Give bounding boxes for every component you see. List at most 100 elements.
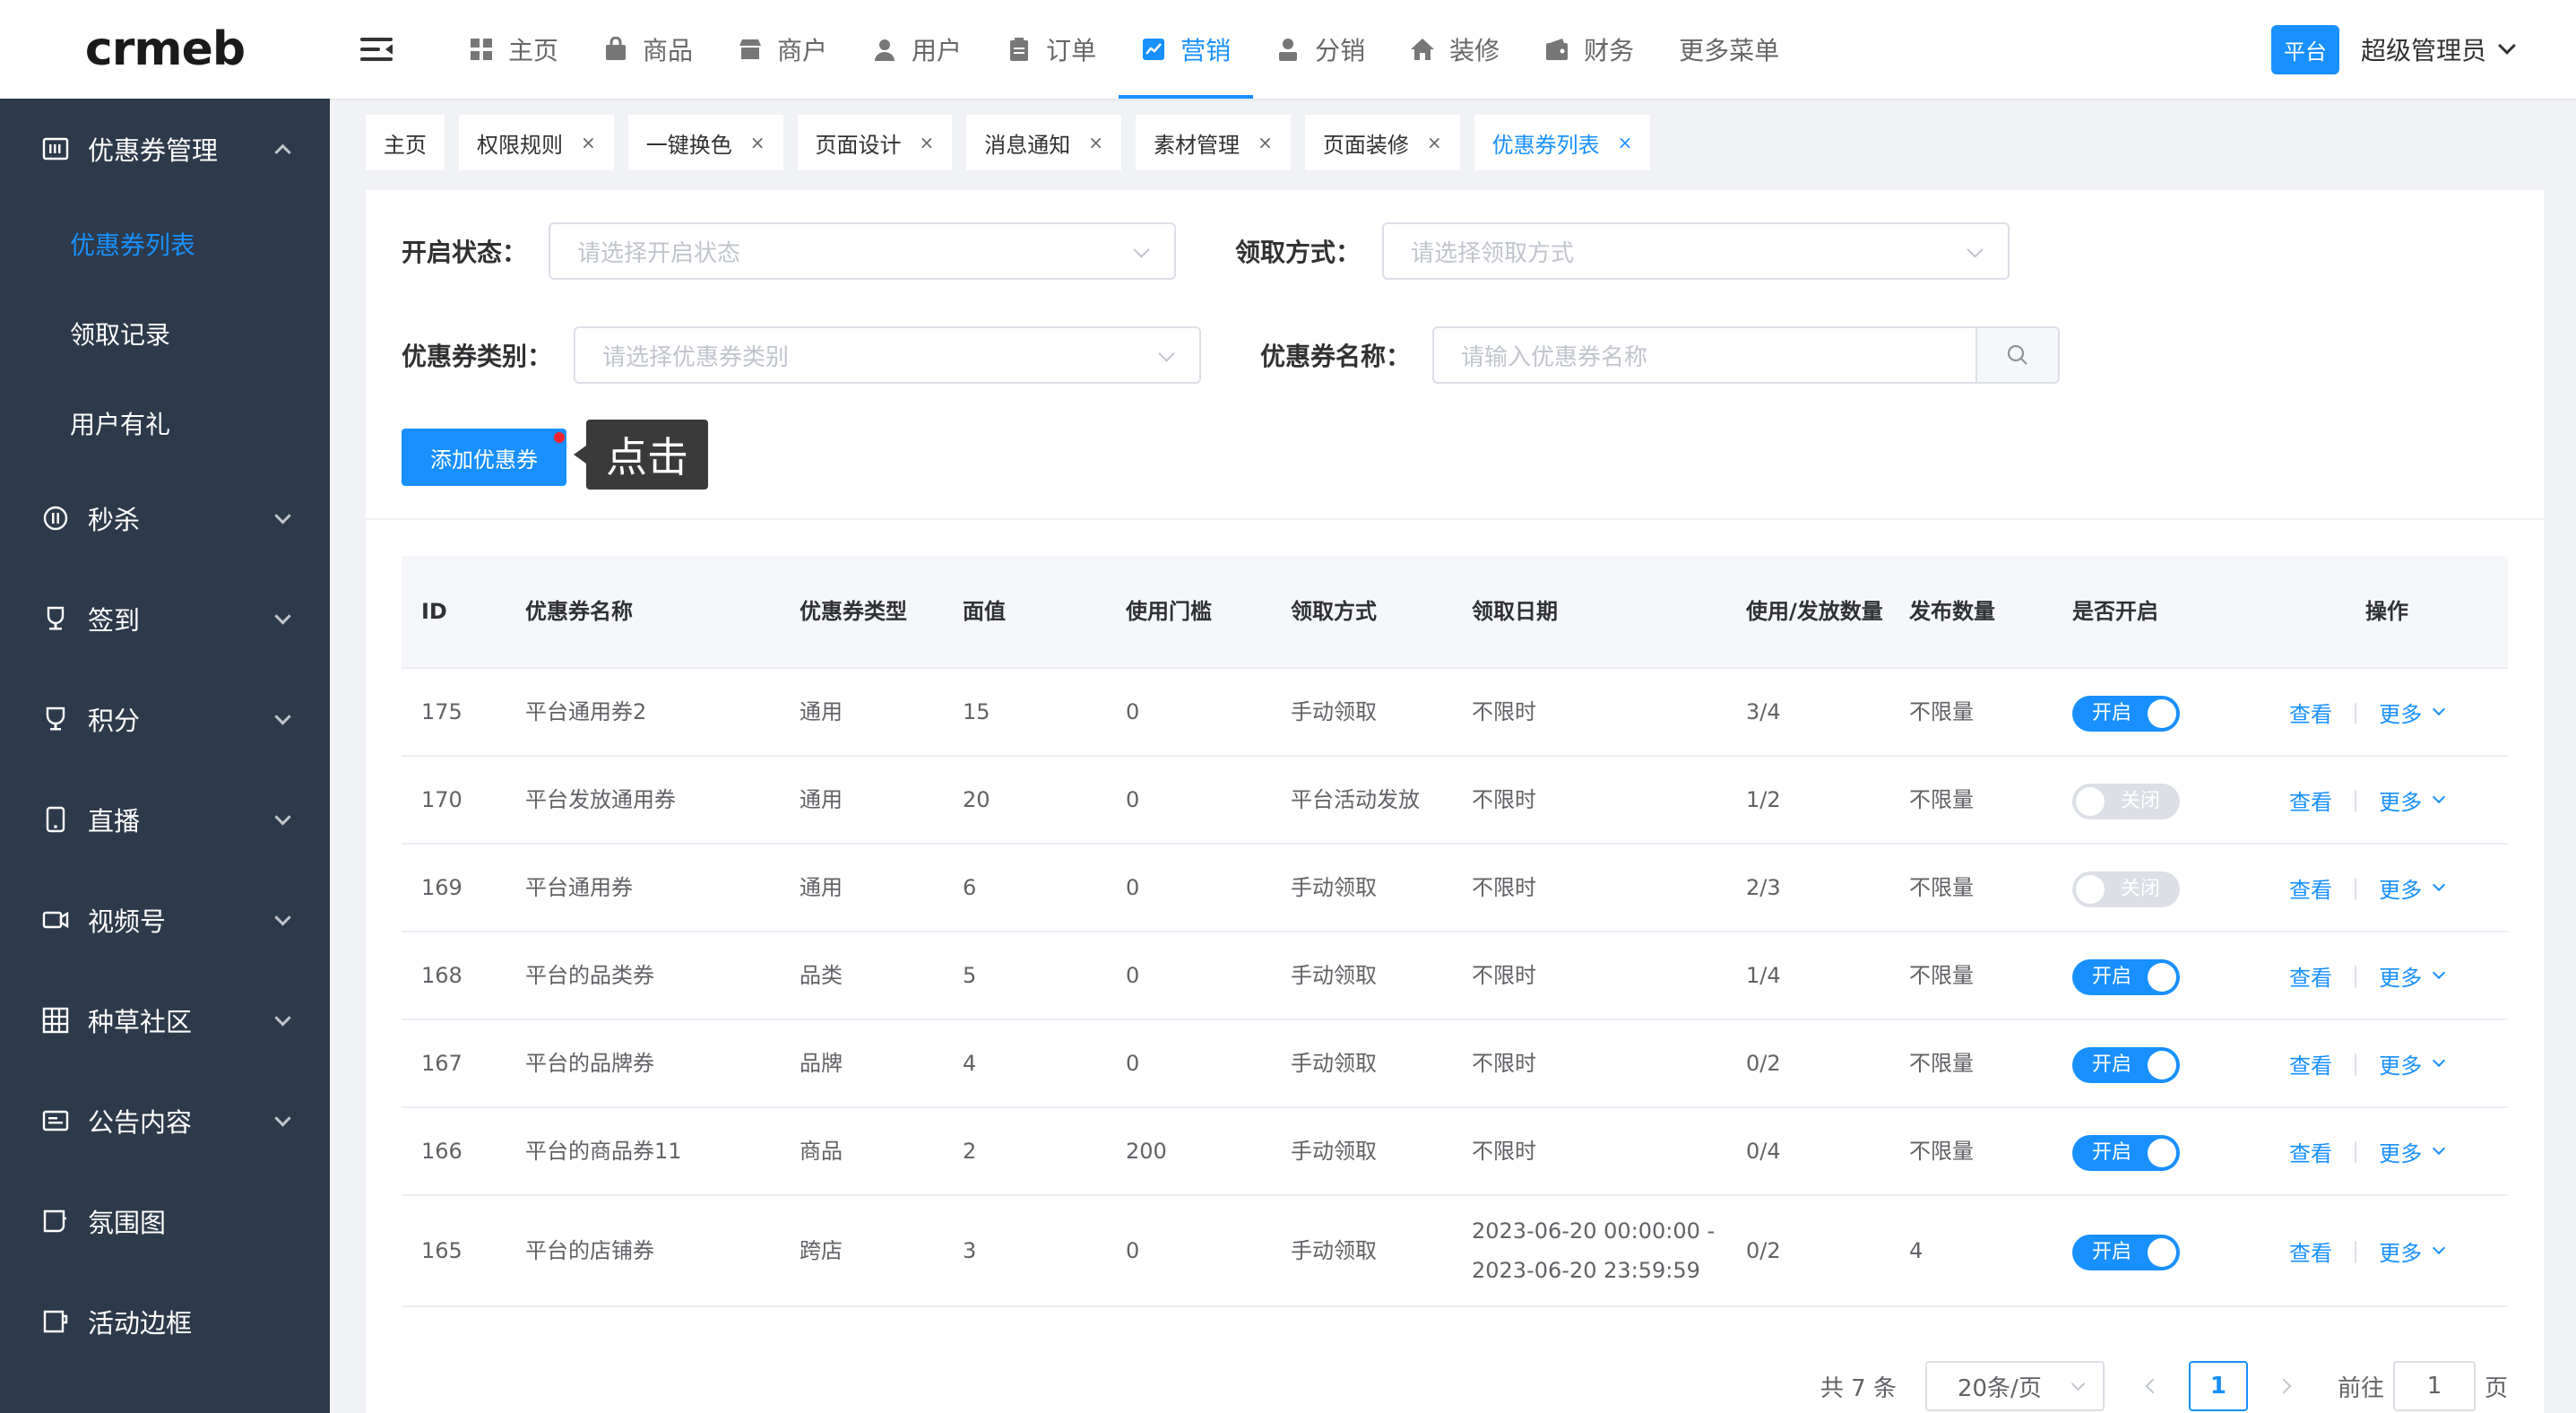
cell-date: 不限时 — [1472, 699, 1536, 724]
prev-page-button[interactable] — [2142, 1368, 2164, 1404]
status-switch[interactable]: 关闭 — [2072, 871, 2180, 907]
cell-way: 手动领取 — [1291, 1238, 1377, 1263]
next-page-button[interactable] — [2273, 1368, 2295, 1404]
close-icon[interactable]: × — [1427, 132, 1442, 153]
sidebar-group-seckill[interactable]: 秒杀 — [0, 468, 330, 568]
view-link[interactable]: 查看 — [2289, 1136, 2332, 1167]
coupon-name-input[interactable]: 请输入优惠券名称 — [1432, 326, 1978, 384]
tag-home[interactable]: 主页 — [366, 115, 445, 170]
close-icon[interactable]: × — [1258, 132, 1273, 153]
sidebar-group-notice[interactable]: 公告内容 — [0, 1071, 330, 1171]
tag-theme[interactable]: 一键换色 × — [627, 115, 783, 170]
switch-label: 开启 — [2092, 1053, 2132, 1076]
topnav-distribution[interactable]: 分销 — [1253, 0, 1387, 99]
view-link[interactable]: 查看 — [2289, 1235, 2332, 1267]
sidebar-item-receive-record[interactable]: 领取记录 — [0, 289, 330, 378]
status-switch[interactable]: 开启 — [2072, 1135, 2180, 1171]
topnav-label: 更多菜单 — [1679, 36, 1780, 65]
goto-page-input[interactable]: 1 — [2392, 1361, 2476, 1411]
filter-name-row: 优惠券名称： 请输入优惠券名称 — [1260, 326, 2061, 384]
status-switch[interactable]: 开启 — [2072, 1235, 2180, 1270]
page-number-button[interactable]: 1 — [2188, 1361, 2248, 1411]
more-link[interactable]: 更多 — [2379, 697, 2422, 728]
topnav-goods[interactable]: 商品 — [581, 0, 715, 99]
tags-view: 主页 权限规则 × 一键换色 × 页面设计 × 消息通知 × 素材管理 × 页面装修 × 优… — [366, 115, 1664, 170]
tag-material[interactable]: 素材管理 × — [1136, 115, 1291, 170]
cell-type: 通用 — [800, 699, 843, 724]
coupon-icon — [41, 134, 70, 163]
admin-name[interactable]: 超级管理员 — [2361, 31, 2486, 67]
chevron-down-icon[interactable] — [2433, 1241, 2446, 1255]
more-link[interactable]: 更多 — [2379, 1136, 2422, 1167]
tag-permission[interactable]: 权限规则 × — [459, 115, 614, 170]
more-link[interactable]: 更多 — [2379, 960, 2422, 992]
cell-way: 手动领取 — [1291, 699, 1377, 724]
topnav-more[interactable]: 更多菜单 — [1656, 0, 1802, 99]
add-coupon-button[interactable]: 添加优惠券 — [402, 429, 566, 486]
close-icon[interactable]: × — [920, 132, 935, 153]
tag-page-design[interactable]: 页面设计 × — [797, 115, 953, 170]
sidebar-group-label: 积分 — [88, 706, 141, 736]
user-area[interactable]: 平台 超级管理员 — [2270, 0, 2516, 99]
more-link[interactable]: 更多 — [2379, 1235, 2422, 1267]
search-button[interactable] — [1977, 326, 2061, 384]
view-link[interactable]: 查看 — [2289, 785, 2332, 816]
logo[interactable]: crmeb — [0, 0, 330, 99]
tag-message[interactable]: 消息通知 × — [966, 115, 1122, 170]
close-icon[interactable]: × — [1088, 132, 1103, 153]
sidebar-group-points[interactable]: 积分 — [0, 669, 330, 769]
sidebar-group-signin[interactable]: 签到 — [0, 568, 330, 669]
close-icon[interactable]: × — [750, 132, 765, 153]
more-link[interactable]: 更多 — [2379, 785, 2422, 816]
topnav-decoration[interactable]: 装修 — [1387, 0, 1522, 99]
view-link[interactable]: 查看 — [2289, 697, 2332, 728]
sidebar-group-video[interactable]: 视频号 — [0, 870, 330, 970]
chevron-down-icon[interactable] — [2433, 790, 2446, 804]
close-icon[interactable]: × — [1618, 132, 1633, 153]
way-select[interactable]: 请选择领取方式 — [1382, 222, 2010, 280]
close-icon[interactable]: × — [581, 132, 596, 153]
view-link[interactable]: 查看 — [2289, 1048, 2332, 1079]
category-placeholder: 请选择优惠券类别 — [602, 343, 790, 371]
sidebar-item-atmosphere[interactable]: 氛围图 — [0, 1171, 330, 1271]
tag-coupon-list[interactable]: 优惠券列表 × — [1474, 115, 1651, 170]
topnav-home[interactable]: 主页 — [446, 0, 581, 99]
sidebar-collapse-icon[interactable] — [360, 36, 393, 63]
sidebar-item-border[interactable]: 活动边框 — [0, 1271, 330, 1372]
topnav-order[interactable]: 订单 — [984, 0, 1119, 99]
status-switch[interactable]: 关闭 — [2072, 784, 2180, 819]
sidebar-item-user-gift[interactable]: 用户有礼 — [0, 378, 330, 468]
topnav-merchant[interactable]: 商户 — [715, 0, 850, 99]
cell-pub: 不限量 — [1909, 963, 1974, 988]
chevron-down-icon[interactable] — [2498, 37, 2516, 55]
filter-status-row: 开启状态： 请选择开启状态 — [402, 222, 1177, 280]
chevron-down-icon[interactable] — [2433, 1141, 2446, 1156]
cell-threshold: 200 — [1126, 1139, 1167, 1164]
status-switch[interactable]: 开启 — [2072, 959, 2180, 995]
sidebar-item-coupon-list[interactable]: 优惠券列表 — [0, 199, 330, 289]
topnav-label: 装修 — [1449, 36, 1500, 65]
topnav-finance[interactable]: 财务 — [1522, 0, 1656, 99]
status-select[interactable]: 请选择开启状态 — [549, 222, 1177, 280]
topnav-marketing[interactable]: 营销 — [1119, 0, 1254, 99]
more-link[interactable]: 更多 — [2379, 872, 2422, 904]
chevron-down-icon[interactable] — [2433, 1053, 2446, 1068]
status-switch[interactable]: 开启 — [2072, 1047, 2180, 1083]
sidebar-group-live[interactable]: 直播 — [0, 769, 330, 870]
chevron-down-icon[interactable] — [2433, 878, 2446, 892]
page-size-select[interactable]: 20条/页 — [1924, 1361, 2105, 1411]
sidebar-group-community[interactable]: 种草社区 — [0, 970, 330, 1071]
cell-pub: 不限量 — [1909, 1051, 1974, 1076]
sidebar-group-coupon[interactable]: 优惠券管理 — [0, 99, 330, 199]
chevron-down-icon[interactable] — [2433, 966, 2446, 980]
category-select[interactable]: 请选择优惠券类别 — [574, 326, 1202, 384]
view-link[interactable]: 查看 — [2289, 872, 2332, 904]
view-link[interactable]: 查看 — [2289, 960, 2332, 992]
cell-enabled: 开启 — [2053, 956, 2266, 995]
topnav-user[interactable]: 用户 — [850, 0, 984, 99]
status-switch[interactable]: 开启 — [2072, 696, 2180, 732]
cell-threshold: 0 — [1126, 875, 1140, 900]
more-link[interactable]: 更多 — [2379, 1048, 2422, 1079]
tag-page-decoration[interactable]: 页面装修 × — [1304, 115, 1460, 170]
chevron-down-icon[interactable] — [2433, 702, 2446, 716]
